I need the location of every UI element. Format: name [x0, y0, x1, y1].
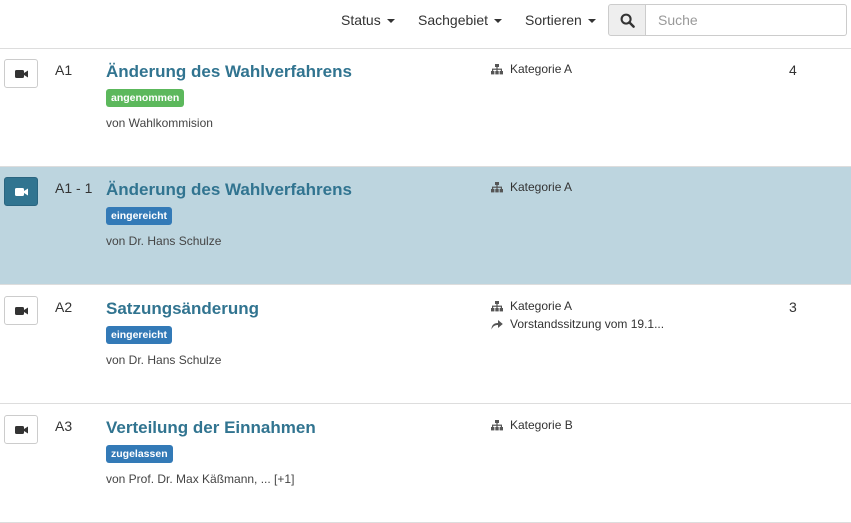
motion-identifier: A3: [55, 418, 73, 434]
motion-count: 3: [789, 299, 797, 315]
motion-category-label: Kategorie A: [510, 180, 573, 194]
motion-identifier: A1 - 1: [55, 180, 93, 196]
motion-title-link[interactable]: Satzungsänderung: [106, 299, 259, 319]
sitemap-icon: [491, 300, 503, 311]
motion-submitter: von Dr. Hans Schulze: [106, 353, 222, 367]
search-icon: [620, 13, 635, 28]
motion-category: Kategorie B: [491, 418, 573, 432]
sitemap-icon: [491, 419, 503, 430]
caret-down-icon: [494, 19, 503, 24]
motion-category-label: Kategorie A: [510, 62, 573, 76]
motion-state-badge: angenommen: [106, 89, 185, 107]
motion-identifier: A2: [55, 299, 73, 315]
search-button[interactable]: [608, 4, 646, 36]
motion-title-link[interactable]: Änderung des Wahlverfahrens: [106, 62, 352, 82]
sort-label: Sortieren: [525, 12, 582, 28]
motion-recommendation-label: Vorstandssitzung vom 19.1...: [510, 317, 665, 331]
motion-state-badge: eingereicht: [106, 207, 173, 225]
projector-button[interactable]: [4, 296, 38, 325]
topic-filter-dropdown[interactable]: Sachgebiet: [418, 0, 503, 40]
motion-category-label: Kategorie B: [510, 418, 573, 432]
motion-category: Kategorie A: [491, 180, 572, 194]
caret-down-icon: [587, 19, 596, 24]
motion-submitter: von Dr. Hans Schulze: [106, 234, 222, 248]
motion-title-link[interactable]: Änderung des Wahlverfahrens: [106, 180, 352, 200]
motion-submitter: von Wahlkommision: [106, 116, 213, 130]
motion-row: A2 Satzungsänderung eingereicht von Dr. Han…: [0, 286, 851, 404]
motion-state-badge: zugelassen: [106, 445, 173, 463]
motion-submitter: von Prof. Dr. Max Käßmann, ... [+1]: [106, 472, 295, 486]
motion-recommendation: Vorstandssitzung vom 19.1...: [491, 317, 664, 331]
video-camera-icon: [14, 69, 28, 78]
motion-row: A1 Änderung des Wahlverfahrens angenommen v…: [0, 49, 851, 167]
search-input[interactable]: [646, 4, 847, 36]
toolbar: Status Sachgebiet Sortieren: [0, 0, 851, 49]
share-arrow-icon: [491, 319, 503, 329]
sitemap-icon: [491, 181, 503, 192]
motion-row: A1 - 1 Änderung des Wahlverfahrens eingere…: [0, 167, 851, 285]
sitemap-icon: [491, 63, 503, 74]
projector-button[interactable]: [4, 415, 38, 444]
projector-button[interactable]: [4, 59, 38, 88]
motion-identifier: A1: [55, 62, 73, 78]
caret-down-icon: [386, 19, 395, 24]
video-camera-icon: [14, 187, 28, 196]
status-filter-label: Status: [341, 12, 381, 28]
motion-count: 4: [789, 62, 797, 78]
video-camera-icon: [14, 306, 28, 315]
motion-category: Kategorie A: [491, 299, 572, 313]
motion-category: Kategorie A: [491, 62, 572, 76]
motion-category-label: Kategorie A: [510, 299, 573, 313]
video-camera-icon: [14, 425, 28, 434]
status-filter-dropdown[interactable]: Status: [341, 0, 395, 40]
motion-state-badge: eingereicht: [106, 326, 173, 344]
projector-button[interactable]: [4, 177, 38, 206]
sort-dropdown[interactable]: Sortieren: [525, 0, 596, 40]
motion-row: A3 Verteilung der Einnahmen zugelassen von …: [0, 405, 851, 523]
topic-filter-label: Sachgebiet: [418, 12, 489, 28]
motion-title-link[interactable]: Verteilung der Einnahmen: [106, 418, 316, 438]
